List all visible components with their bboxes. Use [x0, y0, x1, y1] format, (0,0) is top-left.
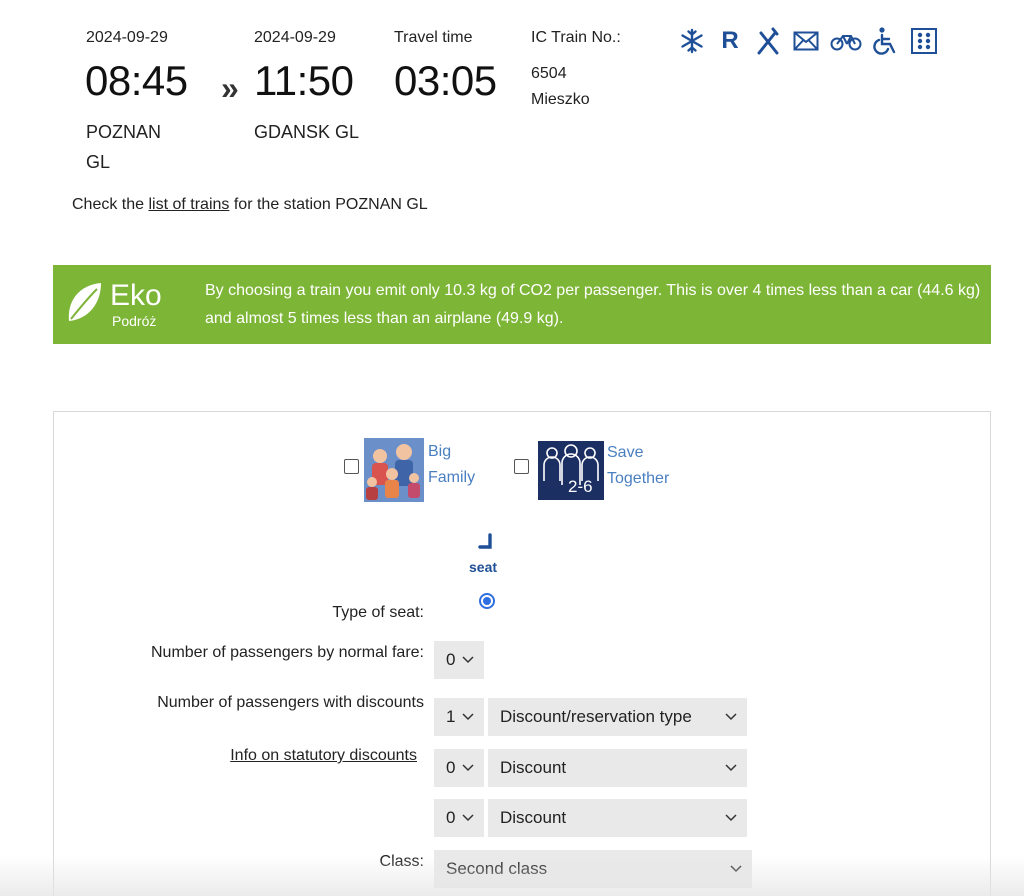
- eko-logo-word: Eko: [110, 279, 162, 312]
- save-together-label-line2[interactable]: Together: [607, 466, 669, 492]
- chevron-down-icon: [725, 814, 737, 822]
- discount-count-select[interactable]: 1: [434, 698, 484, 736]
- air-conditioning-icon: [678, 27, 706, 55]
- statutory-discounts-link-text[interactable]: Info on statutory discounts: [230, 747, 417, 764]
- big-family-checkbox[interactable]: [344, 459, 359, 474]
- chevron-down-icon: [730, 865, 742, 873]
- chevron-down-icon: [725, 764, 737, 772]
- save-together-badge: 2-6: [568, 477, 593, 496]
- check-suffix: for the station POZNAN GL: [229, 196, 428, 213]
- chevron-down-icon: [462, 764, 474, 772]
- extra-count-select[interactable]: 0: [434, 799, 484, 837]
- bicycle-icon: [830, 27, 862, 55]
- list-of-trains-link[interactable]: list of trains: [148, 196, 229, 213]
- statutory-count-value: 0: [446, 758, 456, 777]
- departure-date: 2024-09-29: [86, 29, 168, 46]
- chevron-down-icon: [725, 713, 737, 721]
- save-together-checkbox[interactable]: [514, 459, 529, 474]
- chevron-down-icon: [462, 713, 474, 721]
- discount-count-value: 1: [446, 707, 456, 726]
- class-select[interactable]: Second class: [434, 850, 752, 888]
- discount-type-value: Discount/reservation type: [500, 707, 692, 726]
- reservation-letter: R: [721, 27, 739, 54]
- eko-logo-sub: Podróż: [112, 313, 157, 329]
- extra-count-value: 0: [446, 808, 456, 827]
- chevron-down-icon: [462, 814, 474, 822]
- arrival-time: 11:50: [254, 57, 354, 104]
- normal-fare-value: 0: [446, 650, 456, 669]
- big-family-image: [364, 438, 424, 502]
- save-together-image: 2-6: [538, 441, 604, 500]
- arrival-date: 2024-09-29: [254, 29, 336, 46]
- normal-fare-select[interactable]: 0: [434, 641, 484, 679]
- wheelchair-icon: [872, 27, 900, 55]
- statutory-type-select[interactable]: Discount: [488, 749, 747, 787]
- type-of-seat-label: Type of seat:: [332, 604, 424, 621]
- statutory-discounts-link[interactable]: Info on statutory discounts: [160, 747, 417, 765]
- class-label: Class:: [379, 853, 424, 870]
- travel-time-value: 03:05: [394, 57, 497, 104]
- chevron-down-icon: [462, 656, 474, 664]
- eco-message: By choosing a train you emit only 10.3 k…: [205, 282, 981, 327]
- class-value: Second class: [446, 859, 548, 878]
- direction-arrow: »: [221, 70, 239, 106]
- departure-station-line2: GL: [86, 152, 111, 172]
- braille-icon: [910, 27, 938, 55]
- big-family-label-line1[interactable]: Big: [428, 439, 451, 465]
- train-number: 6504: [531, 65, 567, 82]
- departure-station-line1: POZNAN: [86, 122, 162, 142]
- discount-type-select[interactable]: Discount/reservation type: [488, 698, 747, 736]
- eco-banner: Eko Podróż By choosing a train you emit …: [53, 265, 991, 344]
- normal-fare-label: Number of passengers by normal fare:: [150, 644, 424, 661]
- statutory-type-value: Discount: [500, 758, 567, 777]
- leaf-icon: [68, 283, 101, 321]
- arrival-station: GDANSK GL: [254, 122, 360, 142]
- seat-icon: [476, 533, 496, 553]
- statutory-count-select[interactable]: 0: [434, 749, 484, 787]
- departure-time: 08:45: [85, 57, 188, 104]
- reservation-icon: R: [716, 27, 744, 55]
- eko-podroz-logo: Eko Podróż: [65, 279, 175, 331]
- extra-type-value: Discount: [500, 808, 567, 827]
- seat-type-radio[interactable]: [479, 593, 495, 609]
- check-prefix: Check the: [72, 196, 149, 213]
- restaurant-icon: [754, 27, 782, 55]
- mail-icon: [792, 27, 820, 55]
- check-trains-line: Check the list of trains for the station…: [72, 196, 428, 214]
- extra-type-select[interactable]: Discount: [488, 799, 747, 837]
- save-together-label-line1[interactable]: Save: [607, 440, 643, 466]
- train-number-label: IC Train No.:: [531, 29, 621, 46]
- travel-time-label: Travel time: [394, 29, 473, 46]
- seat-label: seat: [469, 559, 498, 575]
- amenities-icons: R: [678, 27, 938, 55]
- big-family-label-line2[interactable]: Family: [428, 465, 475, 491]
- train-name: Mieszko: [531, 91, 590, 108]
- discounts-label: Number of passengers with discounts: [157, 694, 424, 711]
